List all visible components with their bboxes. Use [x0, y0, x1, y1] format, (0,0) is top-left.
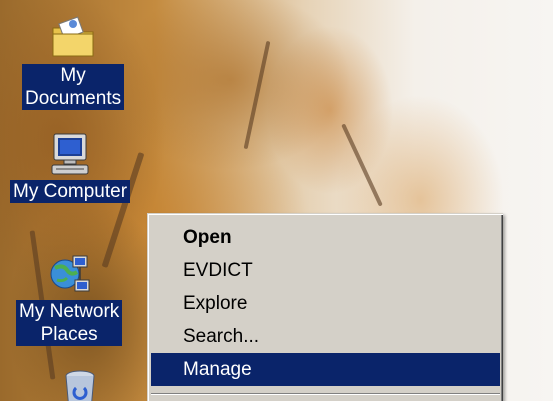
my-computer-label: My Computer — [10, 180, 131, 203]
my-computer-icon-item[interactable]: My Computer — [10, 130, 131, 203]
network-places-icon — [45, 250, 93, 298]
menu-item-explore[interactable]: Explore — [151, 287, 500, 320]
recycle-bin-icon — [56, 368, 104, 401]
menu-separator — [151, 393, 500, 395]
menu-item-open[interactable]: Open — [151, 221, 500, 254]
my-network-places-label: My Network Places — [16, 300, 123, 346]
folder-documents-icon — [49, 14, 97, 62]
my-documents-label: My Documents — [22, 64, 125, 110]
my-network-places-icon-item[interactable]: My Network Places — [16, 250, 123, 346]
computer-icon — [46, 130, 94, 178]
menu-item-search[interactable]: Search... — [151, 320, 500, 353]
recycle-bin-icon-item[interactable] — [56, 368, 104, 401]
menu-item-evdict[interactable]: EVDICT — [151, 254, 500, 287]
my-documents-icon-item[interactable]: My Documents — [22, 14, 125, 110]
context-menu: Open EVDICT Explore Search... Manage — [147, 213, 503, 401]
menu-item-manage[interactable]: Manage — [151, 353, 500, 386]
